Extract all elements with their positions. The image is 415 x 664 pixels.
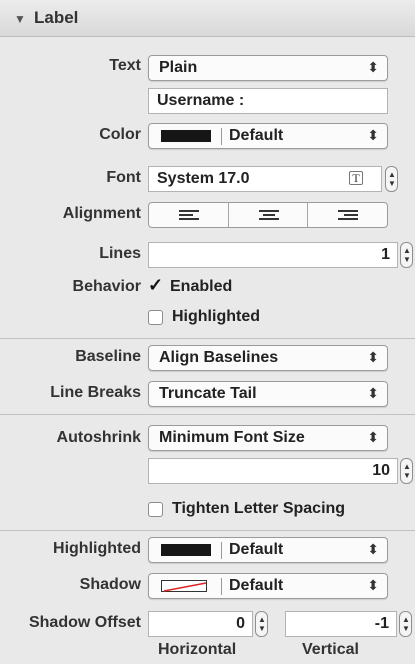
- lines-stepper[interactable]: ▲ ▼: [400, 242, 413, 268]
- font-label: Font: [106, 169, 141, 186]
- autoshrink-value: Minimum Font Size: [159, 429, 305, 446]
- section-divider: [0, 414, 415, 415]
- shadow-offset-label: Shadow Offset: [28, 614, 141, 631]
- color-separator: [221, 128, 222, 145]
- horizontal-caption: Horizontal: [158, 641, 237, 658]
- highlighted-checkbox[interactable]: [148, 310, 163, 325]
- font-value: System 17.0: [157, 170, 250, 187]
- stepper-up-icon[interactable]: ▲: [402, 616, 410, 624]
- baseline-value: Align Baselines: [159, 349, 279, 366]
- attributes-inspector-panel: ▼ Label Text Plain ⬍ Username : Color De…: [0, 0, 415, 664]
- vertical-caption: Vertical: [302, 641, 359, 658]
- popup-arrows-icon: ⬍: [367, 577, 379, 593]
- align-right-segment[interactable]: [307, 203, 387, 227]
- tighten-letter-spacing-label: Tighten Letter Spacing: [172, 500, 346, 517]
- align-left-icon: [179, 210, 199, 222]
- stepper-down-icon[interactable]: ▼: [402, 625, 410, 633]
- shadow-offset-horizontal-stepper[interactable]: ▲ ▼: [255, 611, 268, 637]
- section-title: Label: [34, 8, 79, 27]
- minimum-font-size-field[interactable]: 10: [148, 458, 398, 484]
- lines-value: 1: [381, 246, 390, 263]
- stepper-down-icon[interactable]: ▼: [403, 256, 411, 264]
- color-value: Default: [229, 127, 284, 144]
- autoshrink-label: Autoshrink: [56, 429, 141, 446]
- color-swatch: [161, 130, 211, 142]
- baseline-label: Baseline: [75, 348, 141, 365]
- shadow-offset-vertical-value: -1: [374, 615, 389, 632]
- enabled-checkbox[interactable]: ✓: [148, 275, 163, 296]
- highlighted-color-label: Highlighted: [53, 540, 141, 557]
- stepper-down-icon[interactable]: ▼: [258, 625, 266, 633]
- shadow-color-popup[interactable]: Default ⬍: [148, 573, 388, 599]
- align-center-icon: [259, 210, 279, 222]
- section-divider: [0, 530, 415, 531]
- minimum-font-size-value: 10: [372, 462, 390, 479]
- highlighted-color-swatch: [161, 544, 211, 556]
- enabled-label: Enabled: [170, 278, 233, 295]
- color-label: Color: [99, 126, 141, 143]
- line-breaks-popup[interactable]: Truncate Tail ⬍: [148, 381, 388, 407]
- popup-arrows-icon: ⬍: [367, 127, 379, 143]
- align-center-segment[interactable]: [228, 203, 308, 227]
- text-value: Username :: [157, 92, 245, 109]
- highlighted-color-value: Default: [229, 541, 284, 558]
- label-section-header[interactable]: ▼ Label: [0, 0, 415, 37]
- shadow-offset-horizontal-value: 0: [236, 615, 245, 632]
- minimum-font-size-stepper[interactable]: ▲ ▼: [400, 458, 413, 484]
- color-popup[interactable]: Default ⬍: [148, 123, 388, 149]
- lines-field[interactable]: 1: [148, 242, 398, 268]
- stepper-down-icon[interactable]: ▼: [388, 180, 396, 188]
- text-label: Text: [109, 57, 141, 74]
- disclosure-triangle-down-icon[interactable]: ▼: [14, 12, 26, 26]
- lines-label: Lines: [99, 245, 141, 262]
- line-breaks-value: Truncate Tail: [159, 385, 257, 402]
- popup-arrows-icon: ⬍: [367, 541, 379, 557]
- baseline-popup[interactable]: Align Baselines ⬍: [148, 345, 388, 371]
- shadow-offset-horizontal-field[interactable]: 0: [148, 611, 253, 637]
- highlighted-color-popup[interactable]: Default ⬍: [148, 537, 388, 563]
- shadow-color-value: Default: [229, 577, 284, 594]
- text-type-popup[interactable]: Plain ⬍: [148, 55, 388, 81]
- shadow-offset-vertical-field[interactable]: -1: [285, 611, 397, 637]
- text-type-value: Plain: [159, 59, 198, 76]
- alignment-label: Alignment: [62, 205, 141, 222]
- line-breaks-label: Line Breaks: [50, 384, 141, 401]
- popup-arrows-icon: ⬍: [367, 429, 379, 445]
- stepper-up-icon[interactable]: ▲: [388, 171, 396, 179]
- tighten-letter-spacing-checkbox[interactable]: [148, 502, 163, 517]
- shadow-offset-vertical-stepper[interactable]: ▲ ▼: [399, 611, 412, 637]
- color-separator: [221, 578, 222, 595]
- popup-arrows-icon: ⬍: [367, 349, 379, 365]
- autoshrink-popup[interactable]: Minimum Font Size ⬍: [148, 425, 388, 451]
- font-field[interactable]: System 17.0 T: [148, 166, 382, 192]
- color-separator: [221, 542, 222, 559]
- align-left-segment[interactable]: [149, 203, 228, 227]
- popup-arrows-icon: ⬍: [367, 385, 379, 401]
- font-size-stepper[interactable]: ▲ ▼: [385, 166, 398, 192]
- stepper-up-icon[interactable]: ▲: [403, 463, 411, 471]
- stepper-down-icon[interactable]: ▼: [403, 472, 411, 480]
- text-value-field[interactable]: Username :: [148, 88, 388, 114]
- stepper-up-icon[interactable]: ▲: [258, 616, 266, 624]
- stepper-up-icon[interactable]: ▲: [403, 247, 411, 255]
- shadow-clear-color-swatch: [161, 580, 207, 592]
- shadow-label: Shadow: [79, 576, 141, 593]
- alignment-segmented-control[interactable]: [148, 202, 388, 228]
- popup-arrows-icon: ⬍: [367, 59, 379, 75]
- font-picker-icon[interactable]: T: [349, 171, 363, 185]
- highlighted-checkbox-label: Highlighted: [172, 308, 260, 325]
- section-divider: [0, 338, 415, 339]
- behavior-label: Behavior: [72, 278, 141, 295]
- align-right-icon: [338, 210, 358, 222]
